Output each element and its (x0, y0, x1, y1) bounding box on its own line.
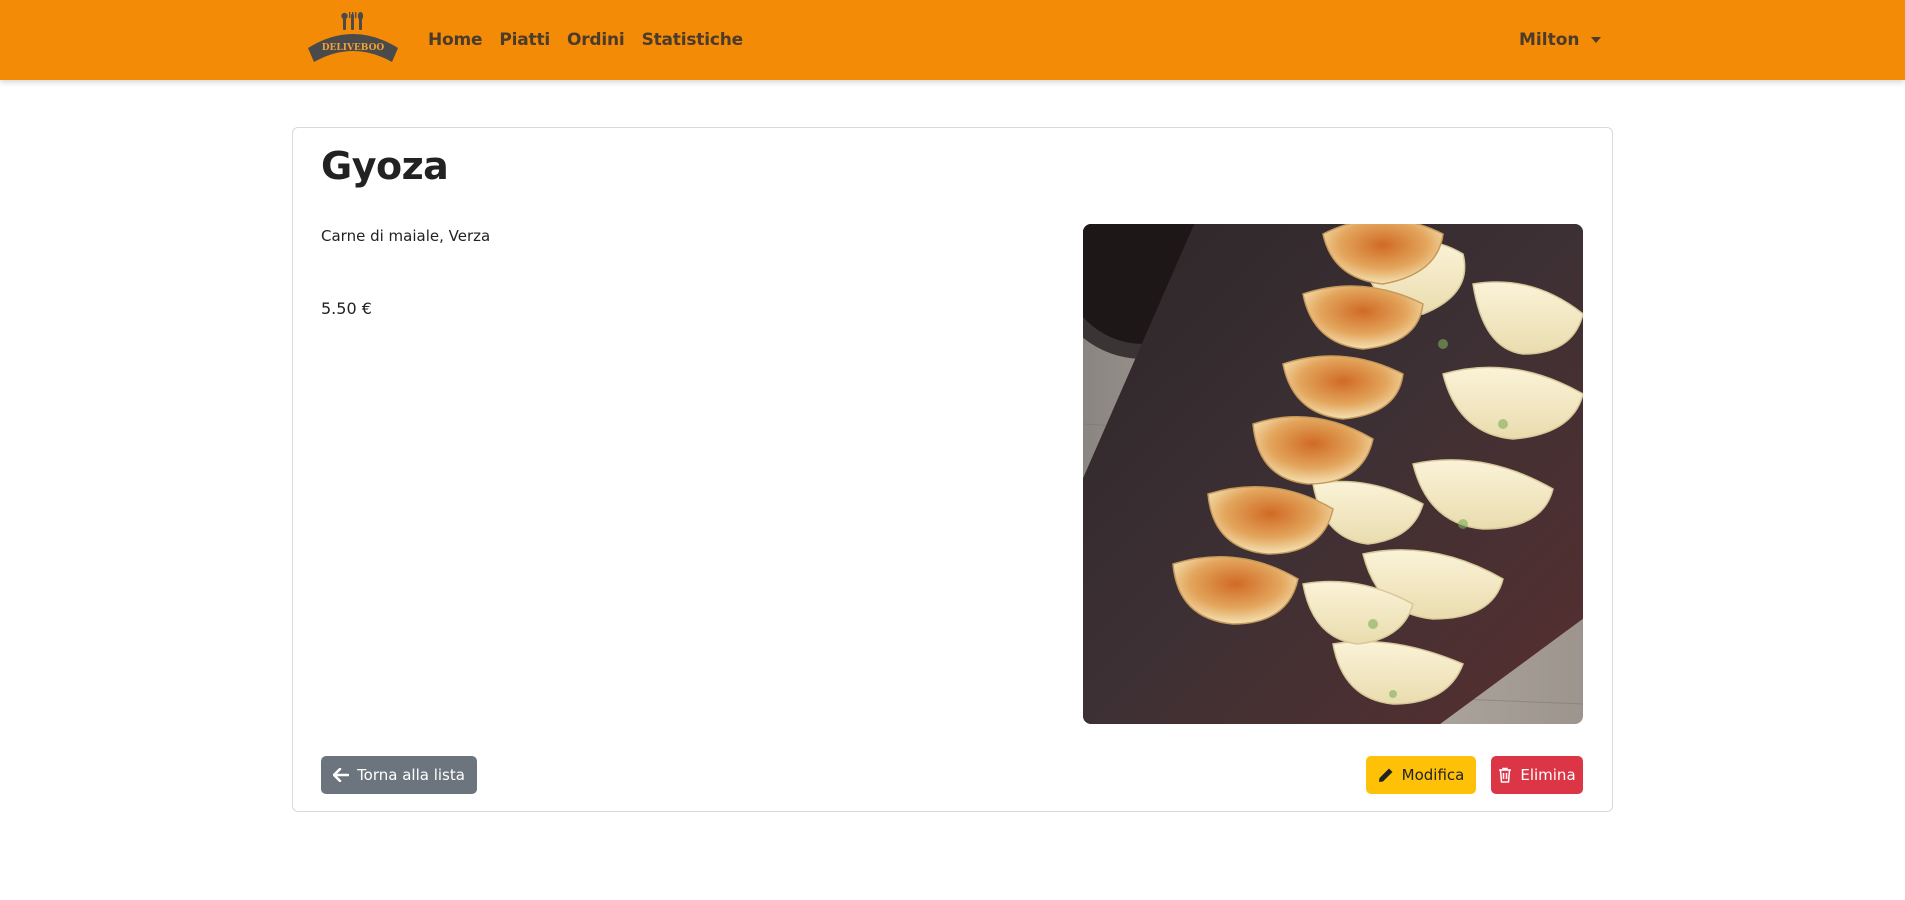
logo-text: DELIVEBOO (322, 43, 385, 53)
nav-link-statistics[interactable]: Statistiche (642, 30, 744, 50)
top-navbar: DELIVEBOO Home Piatti Ordini Statistiche… (0, 0, 1905, 80)
user-name: Milton (1519, 30, 1580, 50)
dish-price: 5.50 € (321, 299, 372, 318)
edit-dish-button[interactable]: Modifica (1366, 756, 1476, 794)
dish-image (1083, 224, 1583, 724)
back-to-list-button[interactable]: Torna alla lista (321, 756, 477, 794)
main-nav: Home Piatti Ordini Statistiche (428, 0, 760, 80)
brand-logo[interactable]: DELIVEBOO (302, 10, 404, 68)
user-dropdown[interactable]: Milton (1519, 0, 1602, 80)
nav-link-dishes[interactable]: Piatti (499, 30, 550, 50)
dish-title: Gyoza (321, 144, 449, 188)
trash-icon (1499, 767, 1512, 783)
dish-detail-card: Gyoza Carne di maiale, Verza 5.50 € Torn… (292, 127, 1613, 812)
delete-dish-button[interactable]: Elimina (1491, 756, 1583, 794)
edit-dish-label: Modifica (1401, 766, 1465, 784)
arrow-left-icon (333, 768, 350, 782)
chevron-down-icon (1591, 37, 1602, 43)
nav-link-orders[interactable]: Ordini (567, 30, 625, 50)
pencil-icon (1378, 768, 1393, 782)
nav-link-home[interactable]: Home (428, 30, 483, 50)
back-to-list-label: Torna alla lista (357, 766, 465, 784)
dish-ingredients: Carne di maiale, Verza (321, 227, 491, 245)
delete-dish-label: Elimina (1520, 766, 1576, 784)
